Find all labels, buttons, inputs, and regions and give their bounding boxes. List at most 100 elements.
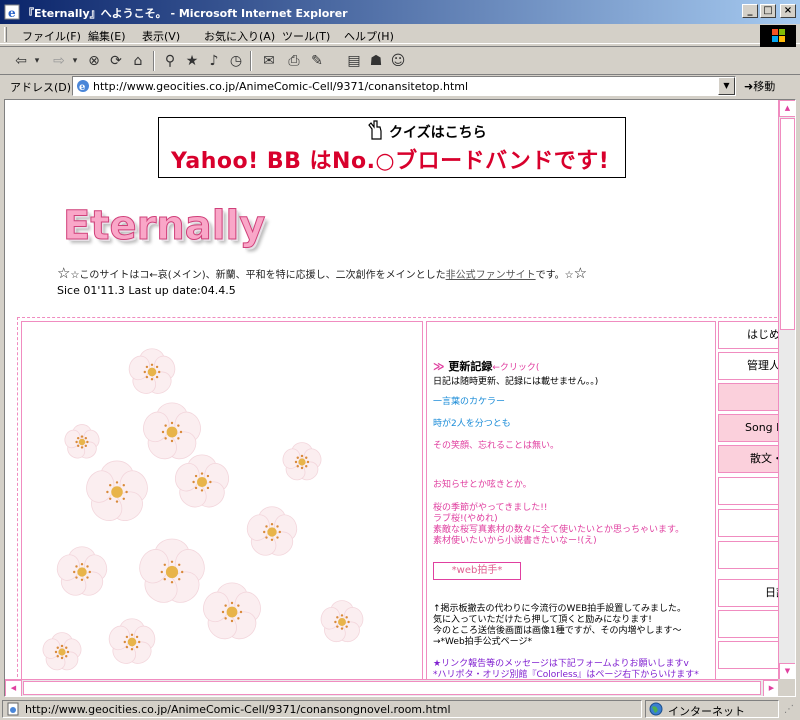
status-zone: インターネット	[668, 705, 745, 718]
news-line-pink-2: お知らせとか呟きとか。	[433, 480, 532, 490]
go-button[interactable]: ➜移動	[744, 78, 775, 94]
news-line-pink-1: その笑顔、忘れることは無い。	[433, 441, 560, 451]
intro-text-end: です。☆	[535, 270, 574, 281]
browser-viewport[interactable]: クイズはこちら Yahoo! BB はNo.○ブロードバンドです! Eterna…	[4, 99, 796, 697]
nav-button-prose-poetry[interactable]: 散文・詩	[718, 445, 780, 473]
blossom	[86, 460, 148, 522]
vertical-scroll-thumb[interactable]	[780, 118, 795, 330]
nav-button-7[interactable]	[718, 509, 780, 537]
nav-button-6[interactable]	[718, 477, 780, 505]
star-icon: ☆	[57, 264, 71, 282]
minimize-button[interactable]: _	[742, 4, 758, 18]
nav-button-admin[interactable]: 管理人	[718, 352, 780, 380]
scroll-down-icon[interactable]: ▼	[779, 663, 795, 680]
yahoo-bb-ad-banner[interactable]: クイズはこちら Yahoo! BB はNo.○ブロードバンドです!	[158, 117, 626, 178]
page-icon: e	[77, 80, 89, 93]
globe-icon	[649, 702, 663, 716]
nav-button-8[interactable]	[718, 541, 780, 569]
media-icon[interactable]: ♪	[204, 51, 224, 71]
nav-button-11[interactable]	[718, 641, 780, 669]
menu-grip[interactable]	[4, 27, 7, 42]
menu-help[interactable]: ヘルプ(H)	[344, 28, 394, 44]
clap-official-link[interactable]: →*Web拍手公式ページ*	[433, 634, 532, 647]
resize-grip-icon[interactable]: ⋰	[784, 704, 794, 715]
vertical-scrollbar[interactable]: ▲ ▼	[778, 100, 795, 680]
discuss-icon[interactable]: ▤	[344, 51, 364, 71]
update-log-heading: ≫ 更新記録←クリック(	[433, 358, 539, 374]
history-icon[interactable]: ◷	[226, 51, 246, 71]
blossom	[282, 442, 322, 481]
blossom	[174, 454, 230, 508]
svg-text:e: e	[79, 82, 85, 93]
intro-text: ☆このサイトはコ←哀(メイン)、新蘭、平和を特に応援し、二次創作をメインとした	[70, 270, 446, 281]
blossom	[64, 424, 100, 459]
ad-quiz-text: クイズはこちら	[389, 125, 487, 141]
home-icon[interactable]: ⌂	[128, 51, 148, 71]
fan-site-link[interactable]: 非公式ファンサイト	[446, 270, 536, 281]
scroll-up-icon[interactable]: ▲	[779, 100, 795, 117]
menu-tools[interactable]: ツール(T)	[282, 28, 330, 44]
scroll-left-icon[interactable]: ◀	[5, 680, 22, 696]
menu-view[interactable]: 表示(V)	[142, 28, 180, 44]
blossom	[143, 402, 201, 460]
news-line-blue-2: 時が2人を分つとも	[433, 419, 511, 429]
address-dropdown-icon[interactable]: ▼	[718, 77, 735, 95]
nav-button-3[interactable]	[718, 383, 780, 411]
status-zone-panel: インターネット	[645, 700, 779, 718]
standard-toolbar: ⇦ ▾ ⇨ ▾ ⊗ ⟳ ⌂ ⚲ ★ ♪ ◷ ✉ ⎙ ✎ ▤ ☗ ☺	[0, 46, 760, 74]
refresh-icon[interactable]: ⟳	[106, 51, 126, 71]
pointing-hand-icon	[368, 120, 382, 140]
menu-edit[interactable]: 編集(E)	[88, 28, 126, 44]
status-url-panel: http://www.geocities.co.jp/AnimeComic-Ce…	[2, 700, 642, 718]
menu-favorites[interactable]: お気に入り(A)	[204, 28, 275, 44]
news-panel: ≫ 更新記録←クリック( 日記は随時更新、記録には載せません。。) 一言葉のカケ…	[426, 321, 716, 680]
mail-icon[interactable]: ✉	[258, 51, 280, 71]
horizontal-scroll-thumb[interactable]	[23, 681, 761, 695]
nav-button-diary[interactable]: 日記	[718, 579, 780, 607]
window-title-bar[interactable]: e 『Eternally』へようこそ。 - Microsoft Internet…	[0, 0, 800, 24]
favorites-icon[interactable]: ★	[182, 51, 202, 71]
toolbar-separator	[250, 51, 252, 71]
status-bar: http://www.geocities.co.jp/AnimeComic-Ce…	[0, 698, 800, 720]
search-icon[interactable]: ⚲	[160, 51, 180, 71]
cherry-blossom-photo	[21, 321, 423, 680]
scrollbar-corner	[778, 679, 795, 696]
double-arrow-icon: ≫	[433, 360, 445, 373]
ad-main-text: Yahoo! BB はNo.○ブロードバンドです!	[171, 149, 610, 174]
status-url: http://www.geocities.co.jp/AnimeComic-Ce…	[25, 703, 451, 716]
forward-icon[interactable]: ⇨	[48, 51, 70, 71]
window-title: 『Eternally』へようこそ。 - Microsoft Internet E…	[23, 7, 348, 20]
nav-button-intro[interactable]: はじめに	[718, 321, 780, 349]
star-icon: ☆	[573, 264, 588, 282]
close-button[interactable]: ×	[780, 4, 796, 18]
web-clap-button[interactable]: *web拍手*	[433, 562, 521, 580]
blossom	[42, 632, 82, 671]
nav-button-song-novel[interactable]: Song Novel	[718, 414, 780, 442]
page-content: クイズはこちら Yahoo! BB はNo.○ブロードバンドです! Eterna…	[5, 100, 780, 680]
svg-text:e: e	[8, 6, 16, 20]
back-dropdown-icon[interactable]: ▾	[32, 51, 42, 71]
messenger-icon[interactable]: ☺	[388, 51, 408, 71]
ie-app-icon[interactable]: e	[4, 4, 20, 20]
sakura-illustration	[42, 348, 364, 671]
back-icon[interactable]: ⇦	[10, 51, 32, 71]
menu-bar: ファイル(F) 編集(E) 表示(V) お気に入り(A) ツール(T) ヘルプ(…	[0, 24, 800, 44]
maximize-button[interactable]: □	[760, 4, 776, 18]
site-dates: Sice 01'11.3 Last up date:04.4.5	[57, 284, 236, 297]
blossom	[203, 582, 261, 640]
toolbar-separator	[153, 51, 155, 71]
stop-icon[interactable]: ⊗	[84, 51, 104, 71]
news-line-pink-6: 素材使いたいから小説書きたいなー!(え)	[433, 536, 597, 546]
blossom	[108, 618, 156, 664]
horizontal-scrollbar[interactable]: ◀ ▶	[5, 679, 780, 696]
address-input[interactable]: e http://www.geocities.co.jp/AnimeComic-…	[72, 76, 736, 96]
menu-file[interactable]: ファイル(F)	[22, 28, 81, 44]
forward-dropdown-icon[interactable]: ▾	[70, 51, 80, 71]
update-log-link[interactable]: 更新記録	[448, 360, 492, 373]
print-icon[interactable]: ⎙	[284, 51, 304, 71]
site-intro: ☆☆このサイトはコ←哀(メイン)、新蘭、平和を特に応援し、二次創作をメインとした…	[57, 264, 587, 282]
research-icon[interactable]: ☗	[366, 51, 386, 71]
nav-button-10[interactable]	[718, 610, 780, 638]
blossom	[56, 546, 108, 596]
edit-icon[interactable]: ✎	[306, 51, 328, 71]
